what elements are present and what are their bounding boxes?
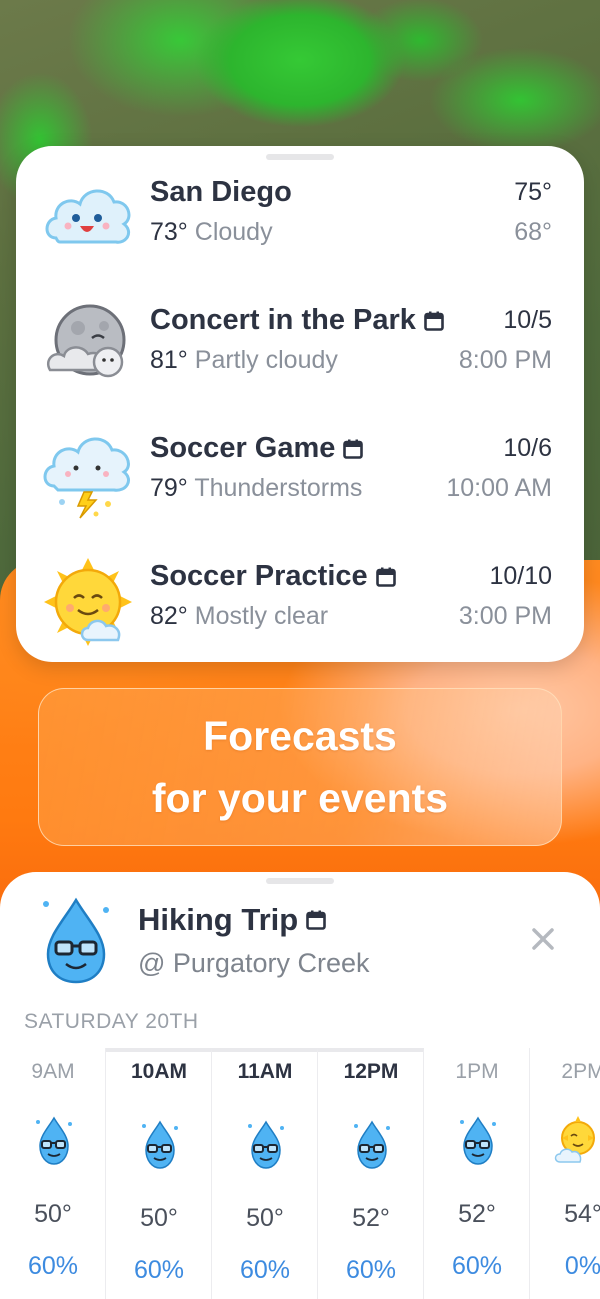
event-location: @ Purgatory Creek xyxy=(138,948,370,978)
event-conditions: 73° Cloudy xyxy=(150,218,273,246)
hour-column[interactable]: 2PM 54° 0% xyxy=(530,1048,600,1299)
cloud-happy-icon xyxy=(45,189,131,244)
event-title: San Diego xyxy=(150,176,292,208)
sun-cloud-icon xyxy=(44,558,132,646)
hour-label: 1PM xyxy=(455,1060,499,1083)
event-title: Concert in the Park xyxy=(150,304,444,337)
hour-temp: 50° xyxy=(34,1200,72,1228)
event-conditions: 81° Partly cloudy xyxy=(150,346,338,374)
calendar-icon xyxy=(375,567,396,587)
event-time: 8:00 PM xyxy=(458,346,552,374)
event-time: 10:00 AM xyxy=(446,474,552,502)
event-title: Soccer Game xyxy=(150,432,364,465)
banner-line-1: Forecasts xyxy=(203,713,397,759)
hour-temp: 50° xyxy=(246,1204,284,1232)
calendar-icon xyxy=(424,311,444,331)
event-row-concert[interactable]: Concert in the Park 81° Partly cloudy 10… xyxy=(16,288,584,396)
hour-label: 10AM xyxy=(130,1060,188,1083)
sun-cloud-icon xyxy=(554,1116,595,1163)
hour-label: 11AM xyxy=(237,1060,293,1083)
day-label: SATURDAY 20TH xyxy=(24,1010,199,1033)
event-date: 10/6 xyxy=(503,434,552,462)
hourly-forecast[interactable]: 9AM 50° 60% 10AM 50° 60% 11AM 50° 60% 12… xyxy=(0,1048,600,1299)
hour-precip: 60% xyxy=(239,1256,291,1284)
hour-column[interactable]: 11AM 50° 60% xyxy=(212,1048,318,1299)
hour-label: 9AM xyxy=(31,1060,75,1083)
hour-column[interactable]: 12PM 52° 60% xyxy=(318,1048,424,1299)
event-date: 10/10 xyxy=(489,562,552,590)
moon-cloud-icon xyxy=(47,304,126,378)
event-row-soccer-practice[interactable]: Soccer Practice 82° Mostly clear 10/10 3… xyxy=(16,544,584,652)
hour-temp: 50° xyxy=(140,1204,178,1232)
hour-temp: 52° xyxy=(458,1200,496,1228)
calendar-icon xyxy=(343,439,364,459)
storm-cloud-icon xyxy=(43,437,130,519)
hour-column[interactable]: 1PM 52° 60% xyxy=(424,1048,530,1299)
hour-label: 2PM xyxy=(561,1060,600,1083)
banner-line-2: for your events xyxy=(151,775,449,821)
event-detail-card: Hiking Trip @ Purgatory Creek SATURDAY 2… xyxy=(0,872,600,1299)
close-icon[interactable] xyxy=(528,924,558,954)
event-conditions: 79° Thunderstorms xyxy=(150,474,363,502)
hour-precip: 0% xyxy=(564,1252,600,1280)
hour-label: 12PM xyxy=(343,1060,399,1083)
event-date: 10/5 xyxy=(503,306,552,334)
drag-handle[interactable] xyxy=(266,878,334,884)
hour-precip: 60% xyxy=(345,1256,397,1284)
event-conditions: 82° Mostly clear xyxy=(150,602,329,630)
event-time: 3:00 PM xyxy=(458,602,552,630)
low-temp: 68° xyxy=(514,218,552,246)
hour-column[interactable]: 10AM 50° 60% xyxy=(106,1048,212,1299)
hour-column[interactable]: 9AM 50° 60% xyxy=(0,1048,106,1299)
hour-precip: 60% xyxy=(27,1252,79,1280)
hour-precip: 60% xyxy=(133,1256,185,1284)
hour-temp: 52° xyxy=(352,1204,390,1232)
high-temp: 75° xyxy=(514,178,552,206)
events-card: San Diego 73° Cloudy 75° 68° Concert in … xyxy=(16,146,584,662)
hour-precip: 60% xyxy=(451,1252,503,1280)
raindrop-glasses-icon xyxy=(43,897,109,984)
raindrop-glasses-icon xyxy=(248,1120,284,1169)
event-title: Hiking Trip xyxy=(138,902,326,938)
raindrop-glasses-icon xyxy=(142,1120,178,1169)
event-title: Soccer Practice xyxy=(150,560,396,593)
raindrop-glasses-icon xyxy=(460,1116,496,1165)
raindrop-glasses-icon xyxy=(36,1116,72,1165)
calendar-icon xyxy=(306,910,326,930)
hour-temp: 54° xyxy=(564,1200,600,1228)
raindrop-glasses-icon xyxy=(354,1120,390,1169)
event-row-soccer-game[interactable]: Soccer Game 79° Thunderstorms 10/6 10:00… xyxy=(16,416,584,524)
event-row-san-diego[interactable]: San Diego 73° Cloudy 75° 68° xyxy=(16,160,584,268)
promo-banner: Forecasts for your events xyxy=(38,688,562,846)
